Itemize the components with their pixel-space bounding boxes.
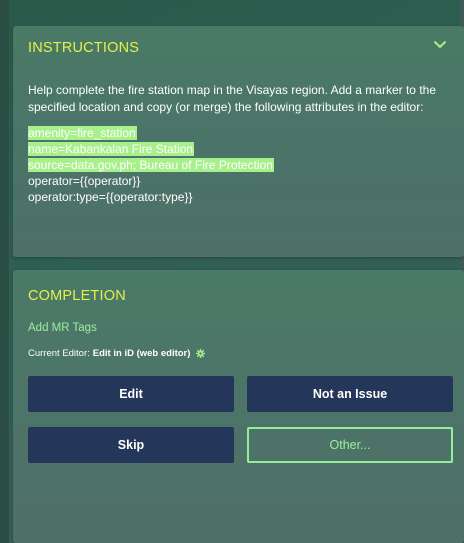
edit-button[interactable]: Edit <box>28 376 234 412</box>
tag-line: operator={{operator}} <box>28 174 141 188</box>
not-an-issue-button[interactable]: Not an Issue <box>247 376 453 412</box>
highlighted-tag: amenity=fire_station <box>28 126 137 140</box>
tag-list: amenity=fire_station name=Kabankalan Fir… <box>28 125 274 205</box>
other-button[interactable]: Other... <box>247 427 453 463</box>
instructions-panel: INSTRUCTIONS Help complete the fire stat… <box>13 26 464 257</box>
tag-line: source=data.gov.ph; Bureau of Fire Prote… <box>28 157 274 173</box>
completion-panel: COMPLETION Add MR Tags Current Editor: E… <box>13 270 464 543</box>
highlighted-tag: name=Kabankalan Fire Station <box>28 142 195 156</box>
chevron-down-icon[interactable] <box>433 40 447 50</box>
instructions-title: INSTRUCTIONS <box>28 40 140 56</box>
highlighted-tag: source=data.gov.ph; Bureau of Fire Prote… <box>28 158 274 172</box>
gear-icon[interactable] <box>196 349 206 358</box>
tag-line: name=Kabankalan Fire Station <box>28 141 274 157</box>
tag-line: operator:type={{operator:type}} <box>28 190 193 204</box>
side-strip <box>0 0 9 543</box>
current-editor: Current Editor: Edit in iD (web editor) <box>28 348 206 359</box>
current-editor-value[interactable]: Edit in iD (web editor) <box>93 348 191 359</box>
add-mr-tags-link[interactable]: Add MR Tags <box>28 322 97 334</box>
skip-button[interactable]: Skip <box>28 427 234 463</box>
completion-title: COMPLETION <box>28 288 126 304</box>
tag-line: amenity=fire_station <box>28 125 274 141</box>
current-editor-label: Current Editor: <box>28 348 90 359</box>
instructions-text: Help complete the fire station map in th… <box>28 83 436 114</box>
